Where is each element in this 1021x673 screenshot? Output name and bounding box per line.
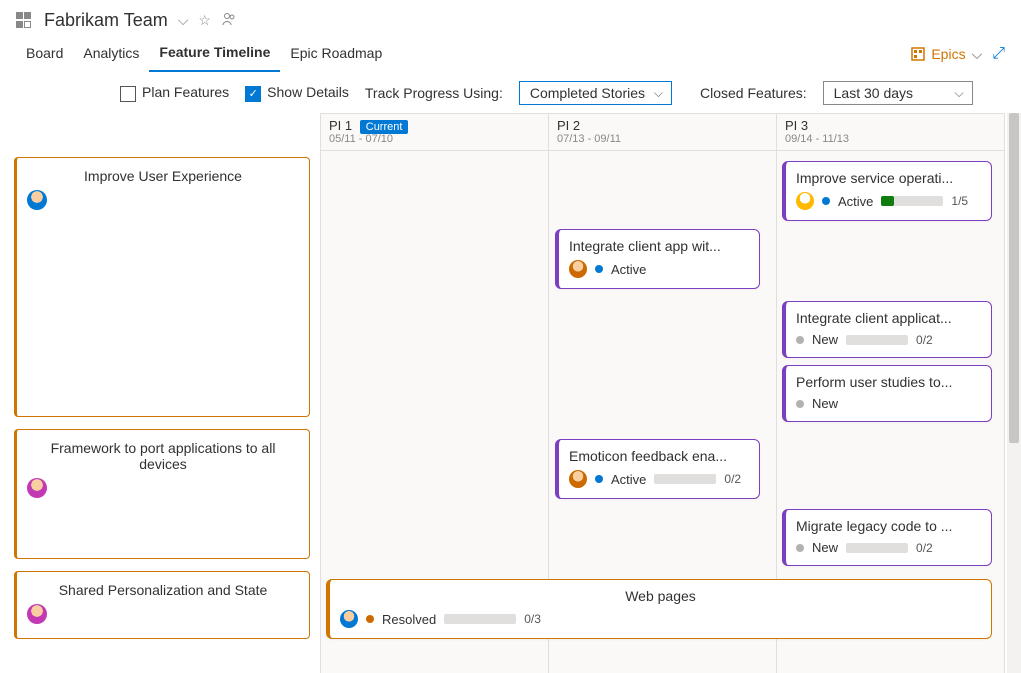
- card-title: Web pages: [340, 588, 981, 604]
- team-icon: [16, 12, 34, 30]
- status-dot-icon: [796, 336, 804, 344]
- status-dot-icon: [595, 265, 603, 273]
- status-dot-icon: [595, 475, 603, 483]
- people-icon[interactable]: [221, 11, 237, 30]
- card-title: Perform user studies to...: [796, 374, 981, 390]
- feature-card[interactable]: Integrate client app wit... Active: [555, 229, 760, 289]
- avatar: [27, 190, 47, 210]
- column-header: PI 1 Current 05/11 - 07/10: [320, 113, 549, 151]
- chevron-down-icon: ⌵: [972, 46, 983, 63]
- fullscreen-icon[interactable]: ⤢: [992, 45, 1005, 63]
- status-dot-icon: [796, 400, 804, 408]
- card-state: Active: [838, 194, 873, 209]
- avatar: [27, 478, 47, 498]
- progress-bar: [654, 474, 716, 484]
- progress-text: 0/2: [724, 472, 741, 486]
- plan-features-checkbox[interactable]: Plan Features: [120, 84, 229, 101]
- progress-text: 0/2: [916, 541, 933, 555]
- epic-title: Framework to port applications to all de…: [27, 440, 299, 472]
- card-title: Migrate legacy code to ...: [796, 518, 981, 534]
- card-state: Active: [611, 472, 646, 487]
- timeline: PI 1 Current 05/11 - 07/10 PI 2 07/13 - …: [0, 113, 1021, 673]
- current-badge: Current: [360, 120, 409, 134]
- toolbar: Plan Features ✓Show Details Track Progre…: [0, 71, 1021, 113]
- scrollbar-track[interactable]: [1007, 113, 1021, 673]
- progress-text: 0/3: [524, 612, 541, 626]
- closed-features-label: Closed Features:: [700, 85, 807, 101]
- tab-epic-roadmap[interactable]: Epic Roadmap: [280, 37, 392, 71]
- tab-board[interactable]: Board: [16, 37, 73, 71]
- tab-feature-timeline[interactable]: Feature Timeline: [149, 36, 280, 72]
- column-header: PI 2 07/13 - 09/11: [549, 113, 777, 151]
- card-state: New: [812, 540, 838, 555]
- card-title: Improve service operati...: [796, 170, 981, 186]
- avatar: [569, 470, 587, 488]
- feature-card[interactable]: Perform user studies to... New: [782, 365, 992, 422]
- avatar: [796, 192, 814, 210]
- feature-card[interactable]: Emoticon feedback ena... Active 0/2: [555, 439, 760, 499]
- epic-card[interactable]: Shared Personalization and State: [14, 571, 310, 639]
- scrollbar-thumb[interactable]: [1009, 113, 1019, 443]
- epic-title: Improve User Experience: [27, 168, 299, 184]
- epics-label: Epics: [931, 46, 965, 62]
- column-header: PI 3 09/14 - 11/13: [777, 113, 1005, 151]
- avatar: [340, 610, 358, 628]
- tab-analytics[interactable]: Analytics: [73, 37, 149, 71]
- avatar: [27, 604, 47, 624]
- feature-card[interactable]: Web pages Resolved 0/3: [326, 579, 992, 639]
- track-progress-label: Track Progress Using:: [365, 85, 503, 101]
- progress-text: 1/5: [951, 194, 968, 208]
- tabs-bar: Board Analytics Feature Timeline Epic Ro…: [0, 37, 1021, 71]
- feature-card[interactable]: Integrate client applicat... New 0/2: [782, 301, 992, 358]
- track-progress-select[interactable]: Completed Stories: [519, 81, 672, 105]
- feature-card[interactable]: Improve service operati... Active 1/5: [782, 161, 992, 221]
- progress-bar: [846, 335, 908, 345]
- checkbox-icon: [120, 86, 136, 102]
- status-dot-icon: [796, 544, 804, 552]
- feature-card[interactable]: Migrate legacy code to ... New 0/2: [782, 509, 992, 566]
- epic-icon: [911, 47, 925, 61]
- closed-features-select[interactable]: Last 30 days: [823, 81, 973, 105]
- epics-dropdown[interactable]: Epics ⌵: [911, 46, 982, 63]
- progress-text: 0/2: [916, 333, 933, 347]
- card-title: Emoticon feedback ena...: [569, 448, 749, 464]
- status-dot-icon: [822, 197, 830, 205]
- progress-bar: [444, 614, 516, 624]
- epic-card[interactable]: Framework to port applications to all de…: [14, 429, 310, 559]
- status-dot-icon: [366, 615, 374, 623]
- progress-bar: [881, 196, 943, 206]
- star-icon[interactable]: ☆: [198, 12, 211, 29]
- card-title: Integrate client applicat...: [796, 310, 981, 326]
- card-state: New: [812, 396, 838, 411]
- card-title: Integrate client app wit...: [569, 238, 749, 254]
- show-details-checkbox[interactable]: ✓Show Details: [245, 84, 349, 101]
- team-name[interactable]: Fabrikam Team: [44, 10, 168, 31]
- epic-title: Shared Personalization and State: [27, 582, 299, 598]
- chevron-down-icon[interactable]: ⌵: [178, 12, 189, 29]
- card-state: Resolved: [382, 612, 436, 627]
- card-state: Active: [611, 262, 646, 277]
- card-state: New: [812, 332, 838, 347]
- page-header: Fabrikam Team ⌵ ☆: [0, 0, 1021, 37]
- column-headers: PI 1 Current 05/11 - 07/10 PI 2 07/13 - …: [320, 113, 1005, 151]
- progress-bar: [846, 543, 908, 553]
- avatar: [569, 260, 587, 278]
- epic-card[interactable]: Improve User Experience: [14, 157, 310, 417]
- checkbox-checked-icon: ✓: [245, 86, 261, 102]
